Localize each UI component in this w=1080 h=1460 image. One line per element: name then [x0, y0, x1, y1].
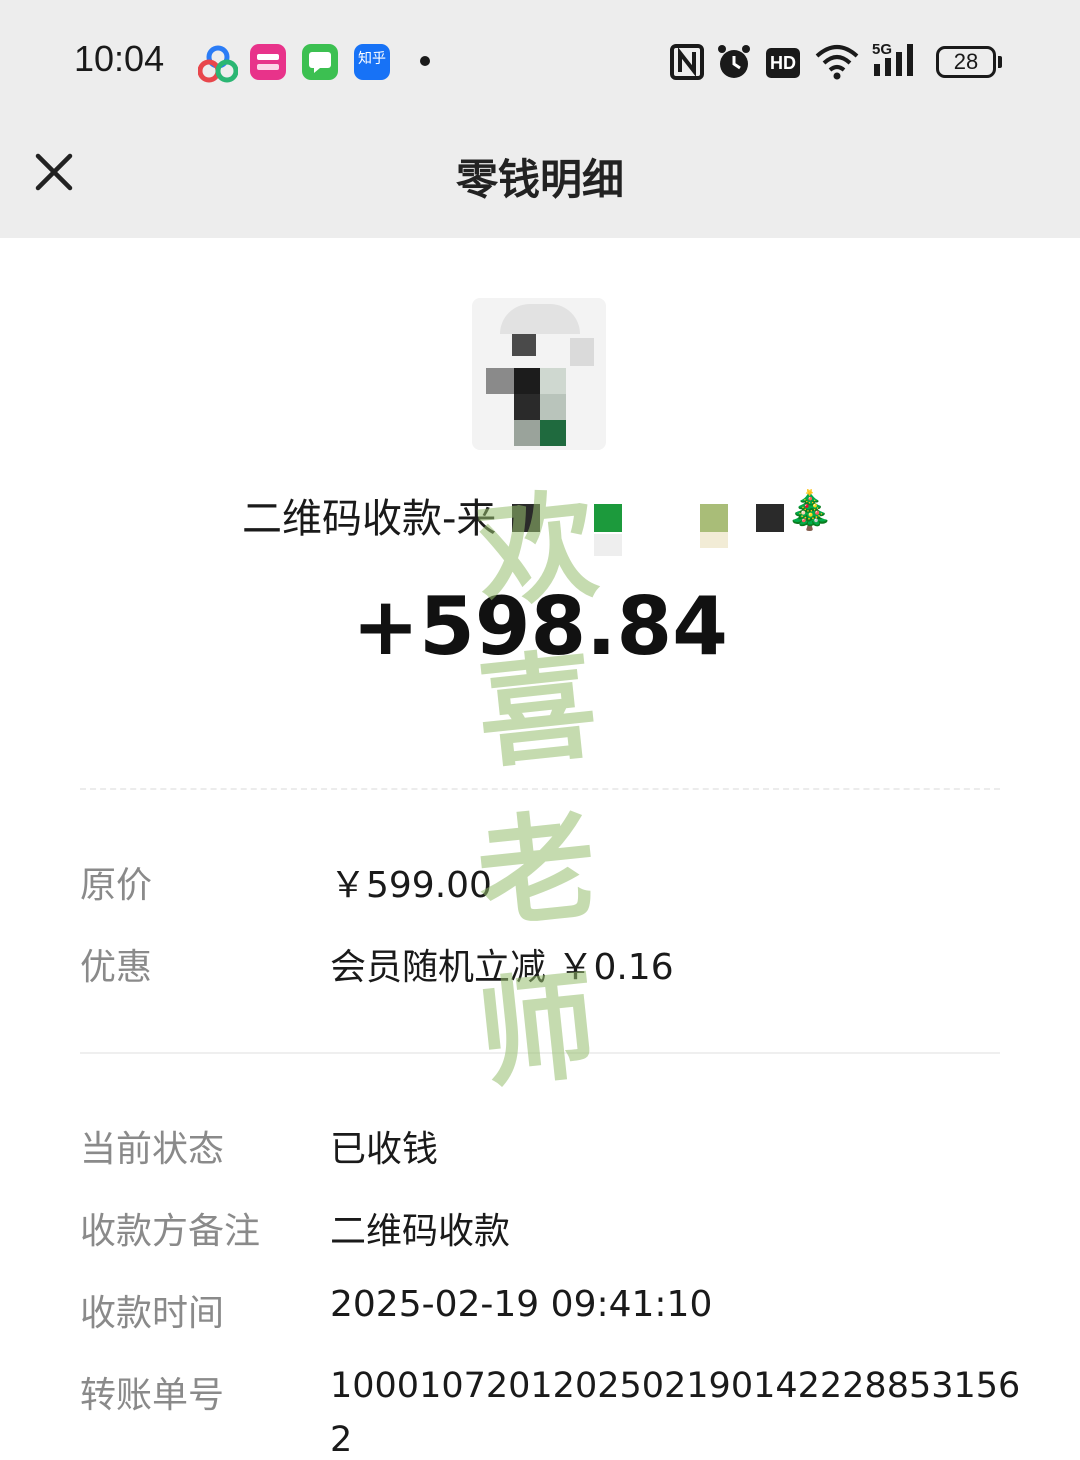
status-time: 10:04	[74, 38, 165, 79]
nfc-icon	[670, 44, 704, 80]
original-price-value: ￥599.00	[330, 865, 492, 906]
divider	[80, 788, 1000, 790]
status-label: 当前状态	[80, 1129, 225, 1170]
transfer-number-value-continued[interactable]: 2	[330, 1420, 352, 1460]
battery-indicator: 28	[936, 46, 1002, 78]
payee-remark-value: 二维码收款	[330, 1211, 511, 1252]
5g-signal-icon: 5G	[872, 40, 922, 80]
wifi-icon	[814, 42, 860, 82]
header: 10:04 知乎 HD 5G 28 零钱明细	[0, 0, 1080, 238]
original-price-label: 原价	[80, 865, 153, 906]
svg-text:5G: 5G	[872, 41, 892, 58]
merchant-name: 二维码收款-来	[242, 486, 496, 544]
discount-value: 会员随机立减 ￥0.16	[330, 947, 674, 988]
hd-icon: HD	[766, 48, 800, 78]
status-value: 已收钱	[330, 1129, 439, 1170]
christmas-tree-emoji: 🎄	[786, 488, 834, 532]
transfer-number-label: 转账单号	[80, 1375, 225, 1416]
payment-time-value: 2025-02-19 09:41:10	[330, 1284, 713, 1325]
baidu-netdisk-icon	[197, 44, 239, 84]
vipshop-icon	[250, 44, 286, 80]
merchant-name-text: 二维码收款-来	[242, 496, 497, 542]
payee-remark-label: 收款方备注	[80, 1211, 261, 1252]
messages-icon	[302, 44, 338, 80]
merchant-avatar	[472, 298, 606, 450]
more-notifications-dot	[420, 56, 430, 66]
transaction-amount: +598.84	[352, 580, 728, 673]
zhihu-icon: 知乎	[354, 44, 390, 80]
transfer-number-value[interactable]: 100010720120250219014222885315​6	[330, 1366, 1020, 1406]
payment-time-label: 收款时间	[80, 1293, 225, 1334]
discount-label: 优惠	[80, 947, 153, 988]
alarm-icon	[716, 42, 752, 82]
watermark: 欢 喜 老 师	[462, 470, 612, 1110]
page-title: 零钱明细	[455, 155, 624, 204]
divider	[80, 1052, 1000, 1054]
